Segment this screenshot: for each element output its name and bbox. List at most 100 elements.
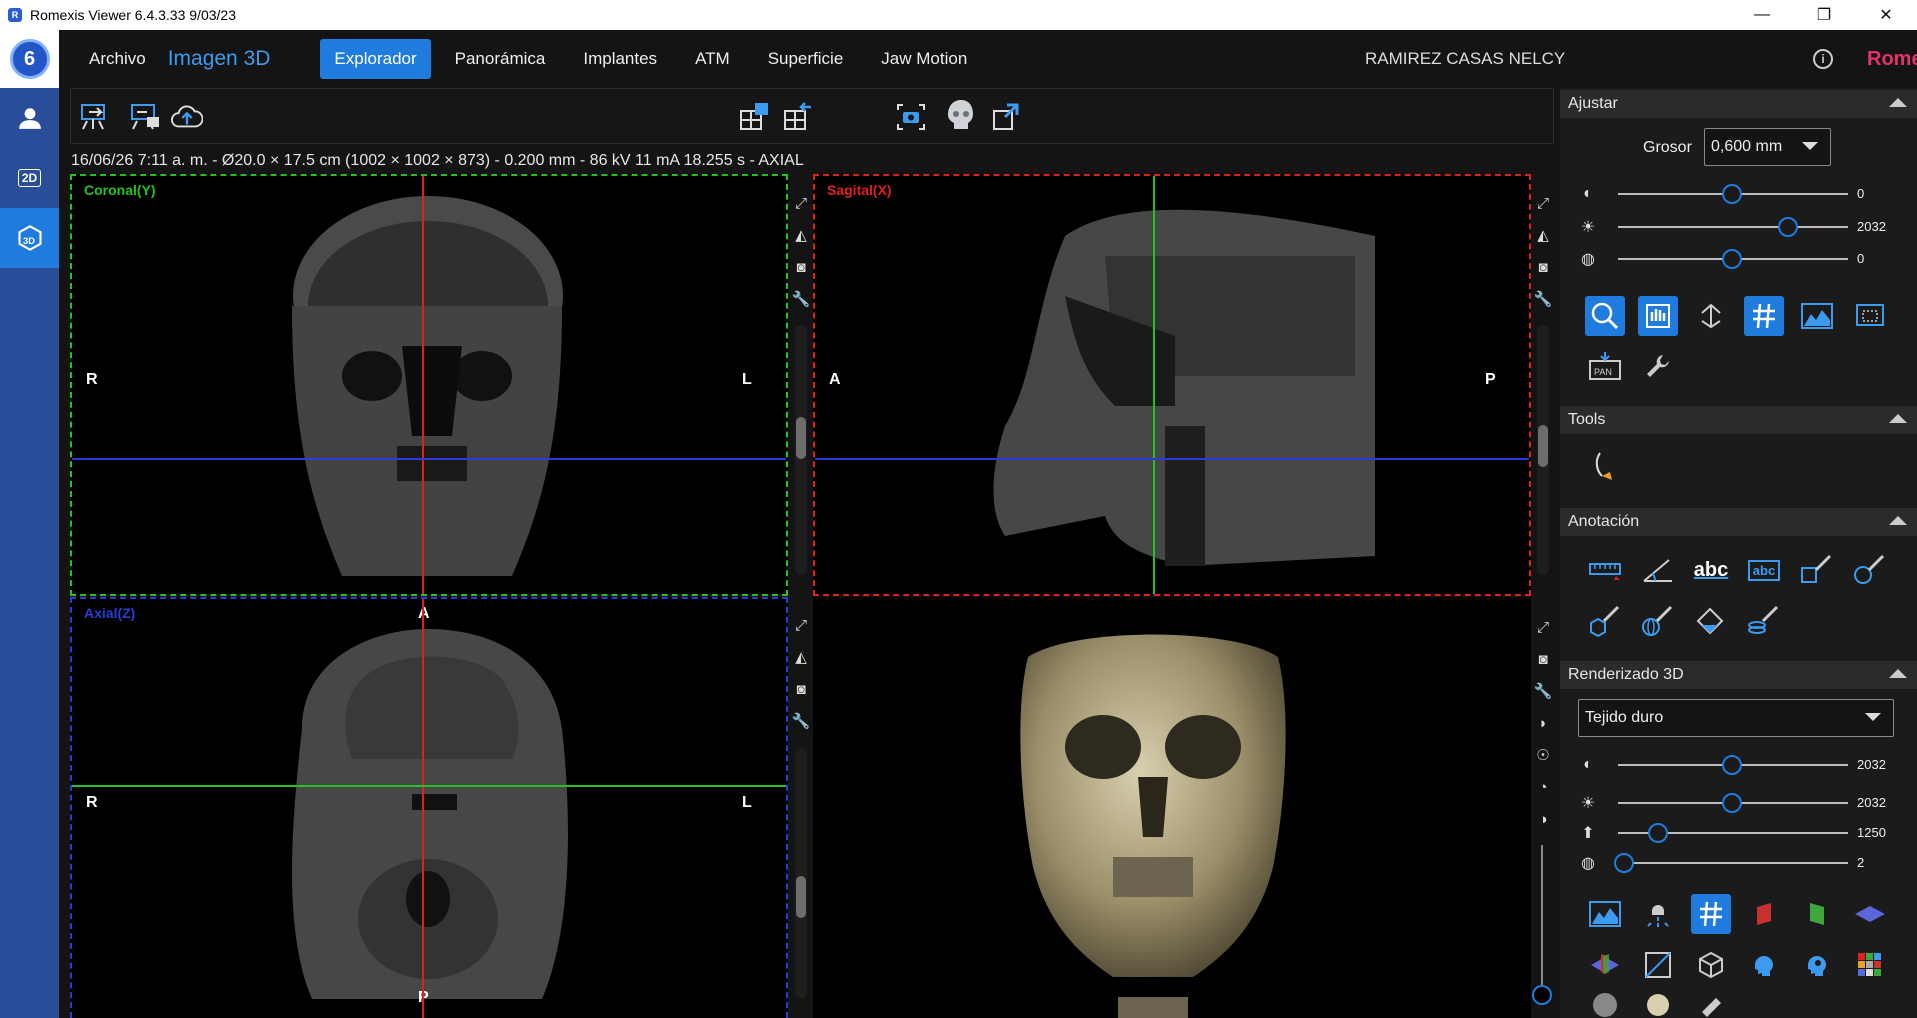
save-layout-icon[interactable] bbox=[739, 101, 771, 133]
fill-button[interactable] bbox=[1691, 601, 1731, 641]
contrast-slider[interactable]: ◐ 0 bbox=[1578, 182, 1898, 206]
coronal-plane-button[interactable] bbox=[1797, 894, 1837, 934]
expand-icon[interactable]: ⤢ bbox=[790, 614, 812, 636]
axial-scrollbar[interactable] bbox=[795, 748, 807, 998]
wireframe-cube-button[interactable] bbox=[1691, 945, 1731, 985]
crosshair-toggle-button[interactable] bbox=[1744, 296, 1784, 336]
coronal-crosshair[interactable] bbox=[1153, 176, 1155, 594]
sagittal-crosshair[interactable] bbox=[422, 176, 424, 594]
render-crosshair-button[interactable] bbox=[1691, 894, 1731, 934]
ajustar-header[interactable]: Ajustar bbox=[1560, 90, 1917, 118]
rectangle-draw-button[interactable] bbox=[1797, 550, 1837, 590]
head-profile-button[interactable] bbox=[1797, 945, 1837, 985]
skull-top-icon[interactable]: ◔ bbox=[1532, 776, 1554, 798]
axial-plane-button[interactable] bbox=[1850, 894, 1890, 934]
tab-superficie[interactable]: Superficie bbox=[754, 39, 858, 79]
settings-export-icon[interactable] bbox=[991, 101, 1023, 133]
pan-tool-button[interactable] bbox=[1638, 296, 1678, 336]
histogram-button[interactable] bbox=[1797, 296, 1837, 336]
render-preset-dropdown[interactable]: Tejido duro bbox=[1578, 699, 1894, 737]
camera-icon[interactable]: ◙ bbox=[790, 678, 812, 700]
layers-draw-button[interactable] bbox=[1744, 601, 1784, 641]
grosor-dropdown[interactable]: 0,600 mm bbox=[1704, 128, 1831, 166]
eraser-button[interactable] bbox=[1691, 988, 1731, 1018]
coronal-crosshair[interactable] bbox=[72, 785, 786, 787]
anotacion-header[interactable]: Anotación bbox=[1560, 508, 1917, 536]
settings-button[interactable] bbox=[1638, 346, 1678, 386]
archivo-menu[interactable]: Archivo bbox=[89, 49, 146, 69]
close-button[interactable]: ✕ bbox=[1855, 0, 1917, 30]
export-icon[interactable] bbox=[79, 101, 111, 133]
restore-button[interactable]: ❐ bbox=[1793, 0, 1855, 30]
3d-zoom-knob[interactable] bbox=[1532, 985, 1552, 1005]
wrench-icon[interactable]: 🔧 bbox=[790, 288, 812, 310]
render-histogram-button[interactable] bbox=[1585, 894, 1625, 934]
wrench-icon[interactable]: 🔧 bbox=[1532, 288, 1554, 310]
tab-atm[interactable]: ATM bbox=[681, 39, 744, 79]
clip-box-button[interactable] bbox=[1638, 945, 1678, 985]
sagittal-scrollbar[interactable] bbox=[1537, 325, 1549, 575]
circle-draw-button[interactable] bbox=[1850, 550, 1890, 590]
render-opacity-slider[interactable]: ◍ 2 bbox=[1578, 851, 1898, 875]
sphere-draw-button[interactable] bbox=[1638, 601, 1678, 641]
light-button[interactable] bbox=[1638, 894, 1678, 934]
sagittal-crosshair[interactable] bbox=[422, 599, 424, 1018]
romexis-logo[interactable]: 6 bbox=[0, 30, 59, 88]
sagittal-plane-button[interactable] bbox=[1744, 894, 1784, 934]
info-icon[interactable]: i bbox=[1813, 49, 1833, 69]
skull-back-icon[interactable]: ◑ bbox=[1532, 808, 1554, 830]
all-planes-button[interactable] bbox=[1585, 945, 1625, 985]
skull-view-button[interactable] bbox=[1638, 988, 1678, 1018]
sagittal-view[interactable]: Sagital(X) A P bbox=[813, 174, 1531, 596]
wrench-icon[interactable]: 🔧 bbox=[790, 710, 812, 732]
mirror-icon[interactable]: ◭ bbox=[1532, 224, 1554, 246]
coronal-view[interactable]: Coronal(Y) R L bbox=[70, 174, 788, 596]
sphere-view-button[interactable] bbox=[1585, 988, 1625, 1018]
load-layout-icon[interactable] bbox=[783, 101, 815, 133]
2d-button[interactable]: 2D bbox=[0, 148, 59, 208]
3d-button[interactable]: 3D bbox=[0, 208, 59, 268]
3d-zoom-track[interactable] bbox=[1541, 845, 1543, 985]
axial-view[interactable]: Axial(Z) R L A P bbox=[70, 597, 788, 1018]
import-icon[interactable] bbox=[129, 101, 161, 133]
renderizado-header[interactable]: Renderizado 3D bbox=[1560, 661, 1917, 689]
cube-draw-button[interactable] bbox=[1585, 601, 1625, 641]
tab-panoramica[interactable]: Panorámica bbox=[441, 39, 560, 79]
callout-button[interactable]: abc bbox=[1744, 550, 1784, 590]
render-threshold-slider[interactable]: ⬆ 1250 bbox=[1578, 821, 1898, 845]
angle-button[interactable] bbox=[1638, 550, 1678, 590]
mirror-icon[interactable]: ◭ bbox=[790, 646, 812, 668]
tools-header[interactable]: Tools bbox=[1560, 406, 1917, 434]
render-contrast-slider[interactable]: ◐ 2032 bbox=[1578, 753, 1898, 777]
tab-jaw-motion[interactable]: Jaw Motion bbox=[867, 39, 981, 79]
coronal-scrollbar[interactable] bbox=[795, 325, 807, 575]
tab-implantes[interactable]: Implantes bbox=[569, 39, 671, 79]
axial-crosshair[interactable] bbox=[72, 458, 786, 460]
axial-crosshair[interactable] bbox=[815, 458, 1529, 460]
zoom-fit-button[interactable] bbox=[1585, 296, 1625, 336]
cloud-upload-icon[interactable] bbox=[171, 101, 203, 133]
camera-icon[interactable]: ◙ bbox=[1532, 256, 1554, 278]
expand-icon[interactable]: ⤢ bbox=[790, 192, 812, 214]
tab-explorador[interactable]: Explorador bbox=[320, 39, 431, 79]
head-outline-button[interactable] bbox=[1744, 945, 1784, 985]
skull-side-icon[interactable]: ◗ bbox=[1532, 712, 1554, 734]
expand-icon[interactable]: ⤢ bbox=[1532, 192, 1554, 214]
patient-button[interactable] bbox=[0, 88, 59, 148]
screenshot-icon[interactable] bbox=[895, 101, 927, 133]
wrench-icon[interactable]: 🔧 bbox=[1532, 680, 1554, 702]
mirror-icon[interactable]: ◭ bbox=[790, 224, 812, 246]
camera-icon[interactable]: ◙ bbox=[790, 256, 812, 278]
color-table-button[interactable] bbox=[1850, 945, 1890, 985]
nerve-tool-button[interactable] bbox=[1585, 447, 1625, 487]
camera-icon[interactable]: ◙ bbox=[1532, 648, 1554, 670]
pan-export-button[interactable]: PAN bbox=[1585, 346, 1625, 386]
roi-button[interactable] bbox=[1850, 296, 1890, 336]
ruler-button[interactable] bbox=[1585, 550, 1625, 590]
minimize-button[interactable]: — bbox=[1731, 0, 1793, 30]
3d-render-view[interactable] bbox=[813, 597, 1531, 1018]
render-brightness-slider[interactable]: ☀ 2032 bbox=[1578, 791, 1898, 815]
text-annotation-button[interactable]: abc bbox=[1691, 550, 1731, 590]
rotate-button[interactable] bbox=[1691, 296, 1731, 336]
brightness-slider[interactable]: ☀ 2032 bbox=[1578, 215, 1898, 239]
